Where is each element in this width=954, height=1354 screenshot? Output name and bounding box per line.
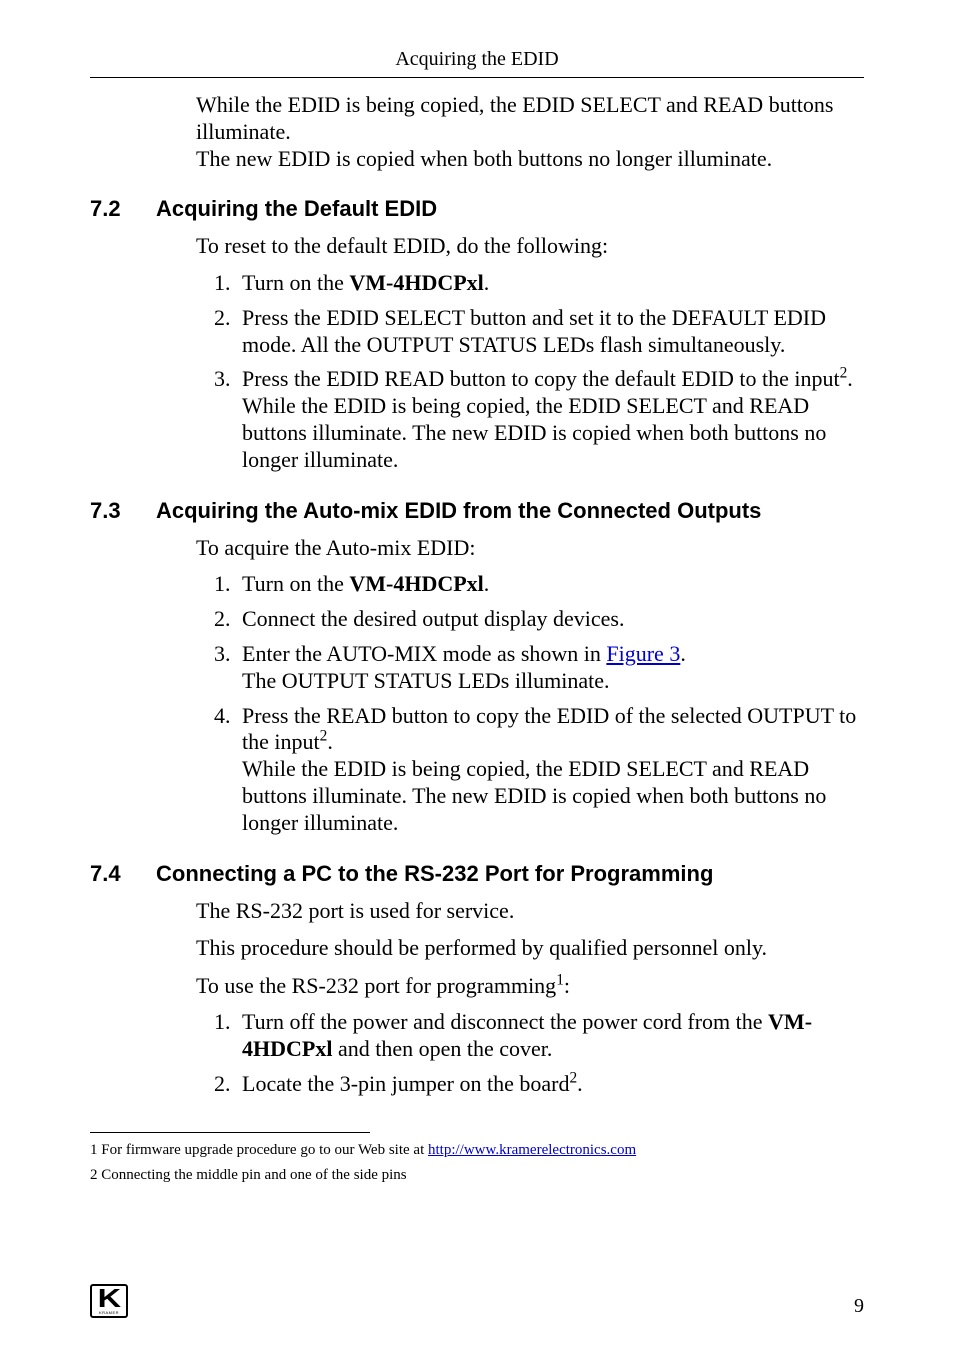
footnote-ref: 2 [569, 1070, 577, 1087]
logo-letter: K [97, 1285, 120, 1311]
section-number: 7.3 [90, 498, 156, 524]
step-text: Press the EDID SELECT button and set it … [242, 305, 826, 357]
section-title: Connecting a PC to the RS-232 Port for P… [156, 861, 713, 887]
section-7-4-p2: This procedure should be performed by qu… [196, 934, 864, 962]
logo-brand: KRAMER [92, 1310, 126, 1315]
intro-block: While the EDID is being copied, the EDID… [196, 92, 864, 172]
step-text: Press the READ button to copy the EDID o… [242, 703, 856, 755]
list-item: Enter the AUTO-MIX mode as shown in Figu… [236, 641, 864, 695]
section-number: 7.2 [90, 196, 156, 222]
intro-line-1: While the EDID is being copied, the EDID… [196, 92, 833, 144]
step-text-line2: While the EDID is being copied, the EDID… [242, 756, 826, 835]
brand-logo: K KRAMER [90, 1284, 128, 1318]
list-item: Press the EDID SELECT button and set it … [236, 305, 864, 359]
section-7-3-steps: Turn on the VM-4HDCPxl. Connect the desi… [196, 571, 864, 836]
step-text-tail: . [327, 729, 333, 754]
footnote-1-link[interactable]: http://www.kramerelectronics.com [428, 1142, 636, 1158]
footnote-2: 2 Connecting the middle pin and one of t… [90, 1164, 864, 1187]
intro-line-2: The new EDID is copied when both buttons… [196, 146, 772, 171]
step-text-tail: . [680, 641, 686, 666]
step-text: Press the EDID READ button to copy the d… [242, 366, 840, 391]
section-title: Acquiring the Auto-mix EDID from the Con… [156, 498, 761, 524]
step-text-line2: The OUTPUT STATUS LEDs illuminate. [242, 668, 610, 693]
figure-link[interactable]: Figure 3 [606, 641, 680, 666]
product-name: VM-4HDCPxl [349, 571, 483, 596]
section-7-2-intro: To reset to the default EDID, do the fol… [196, 232, 864, 260]
list-item: Turn on the VM-4HDCPxl. [236, 571, 864, 598]
section-7-2-heading: 7.2 Acquiring the Default EDID [90, 196, 864, 222]
step-text: Turn on the [242, 270, 349, 295]
list-item: Press the EDID READ button to copy the d… [236, 366, 864, 473]
section-number: 7.4 [90, 861, 156, 887]
section-7-4-p1: The RS-232 port is used for service. [196, 897, 864, 925]
footnote-rule [90, 1132, 370, 1133]
step-text: Turn off the power and disconnect the po… [242, 1009, 768, 1034]
footnote-ref: 1 [556, 971, 564, 988]
step-text: Turn on the [242, 571, 349, 596]
section-title: Acquiring the Default EDID [156, 196, 437, 222]
section-7-4-steps: Turn off the power and disconnect the po… [196, 1009, 864, 1097]
step-text: Locate the 3-pin jumper on the board [242, 1071, 569, 1096]
footnote-1: 1 For firmware upgrade procedure go to o… [90, 1139, 864, 1162]
step-text: Enter the AUTO-MIX mode as shown in [242, 641, 606, 666]
section-7-3-intro: To acquire the Auto-mix EDID: [196, 534, 864, 562]
list-item: Locate the 3-pin jumper on the board2. [236, 1071, 864, 1098]
list-item: Turn off the power and disconnect the po… [236, 1009, 864, 1063]
section-7-3-heading: 7.3 Acquiring the Auto-mix EDID from the… [90, 498, 864, 524]
page-number: 9 [854, 1295, 864, 1318]
list-item: Press the READ button to copy the EDID o… [236, 703, 864, 837]
list-item: Connect the desired output display devic… [236, 606, 864, 633]
running-header: Acquiring the EDID [90, 48, 864, 71]
p3-tail: : [564, 973, 570, 998]
p3-text: To use the RS-232 port for programming [196, 973, 556, 998]
product-name: VM-4HDCPxl [349, 270, 483, 295]
step-text-tail: . [577, 1071, 583, 1096]
section-7-2-steps: Turn on the VM-4HDCPxl. Press the EDID S… [196, 270, 864, 474]
page-footer: K KRAMER 9 [90, 1284, 864, 1318]
section-7-4-heading: 7.4 Connecting a PC to the RS-232 Port f… [90, 861, 864, 887]
step-text-tail: and then open the cover. [332, 1036, 552, 1061]
list-item: Turn on the VM-4HDCPxl. [236, 270, 864, 297]
footnote-1-text: 1 For firmware upgrade procedure go to o… [90, 1142, 428, 1158]
step-text-tail: . [484, 270, 490, 295]
step-text: Connect the desired output display devic… [242, 606, 624, 631]
step-text-tail: . [484, 571, 490, 596]
section-7-4-p3: To use the RS-232 port for programming1: [196, 972, 864, 1000]
header-rule [90, 77, 864, 78]
